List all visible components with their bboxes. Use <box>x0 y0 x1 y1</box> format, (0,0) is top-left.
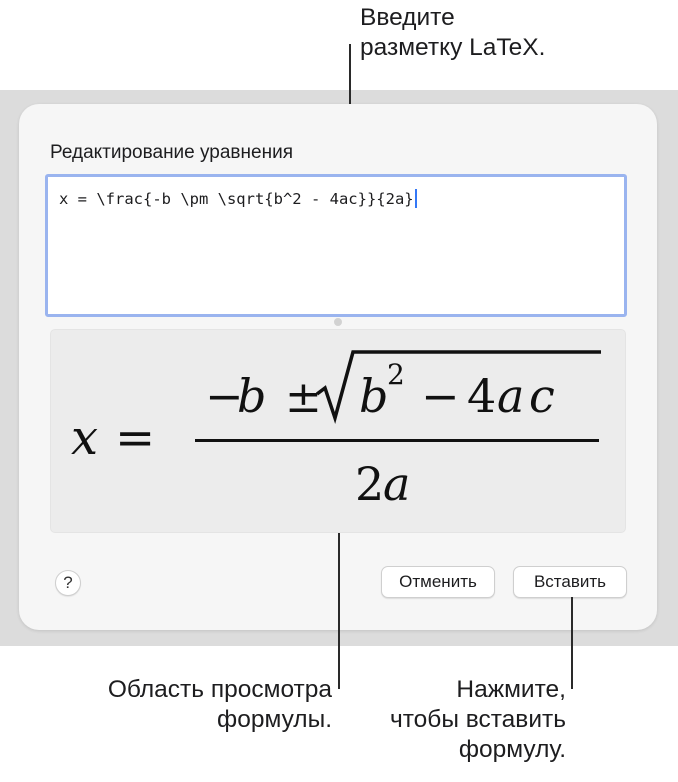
formula-exponent: 2 <box>387 358 405 391</box>
formula-denominator-two: 2 <box>355 457 384 511</box>
fraction-bar <box>195 439 599 442</box>
latex-input-value: x = \frac{-b \pm \sqrt{b^2 - 4ac}}{2a} <box>59 190 414 208</box>
callout-preview: Область просмотра формулы. <box>108 675 332 735</box>
formula-lhs: x <box>71 410 98 466</box>
formula-render: x = − b ± b 2 − 4 a c 2 a <box>71 350 601 511</box>
insert-button[interactable]: Вставить <box>513 566 627 598</box>
formula-plus-minus: ± <box>285 372 322 423</box>
latex-input-text: x = \frac{-b \pm \sqrt{b^2 - 4ac}}{2a} <box>59 189 417 208</box>
callout-leader-insert <box>571 597 573 689</box>
callout-line-2: чтобы вставить <box>389 706 566 733</box>
dialog-title: Редактирование уравнения <box>50 142 293 163</box>
formula-preview: x = − b ± b 2 − 4 a c 2 a <box>50 329 626 533</box>
callout-line-1: Введите <box>360 4 455 31</box>
callout-line-2: формулы. <box>217 706 332 733</box>
cancel-button[interactable]: Отменить <box>381 566 495 598</box>
text-caret <box>414 189 417 208</box>
formula-radicand-b: b <box>359 369 388 423</box>
formula-numerator-b: b <box>237 369 266 423</box>
splitter-handle[interactable] <box>334 318 342 326</box>
callout-latex-input: Введите разметку LaTeX. <box>360 3 545 63</box>
latex-input[interactable]: x = \frac{-b \pm \sqrt{b^2 - 4ac}}{2a} <box>45 174 627 317</box>
help-button[interactable]: ? <box>55 570 81 596</box>
formula-equals: = <box>115 410 155 466</box>
callout-line-2: разметку LaTeX. <box>360 34 546 61</box>
formula-c: c <box>529 369 555 423</box>
formula-minus: − <box>421 369 460 423</box>
formula-four: 4 <box>467 369 496 423</box>
callout-insert: Нажмите, чтобы вставить формулу. <box>390 675 566 765</box>
formula-a: a <box>497 369 524 423</box>
formula-denominator-a: a <box>383 457 410 511</box>
callout-line-3: формулу. <box>458 736 566 763</box>
callout-leader-preview <box>338 533 340 689</box>
callout-line-1: Область просмотра <box>107 676 332 703</box>
callout-line-1: Нажмите, <box>456 676 566 703</box>
